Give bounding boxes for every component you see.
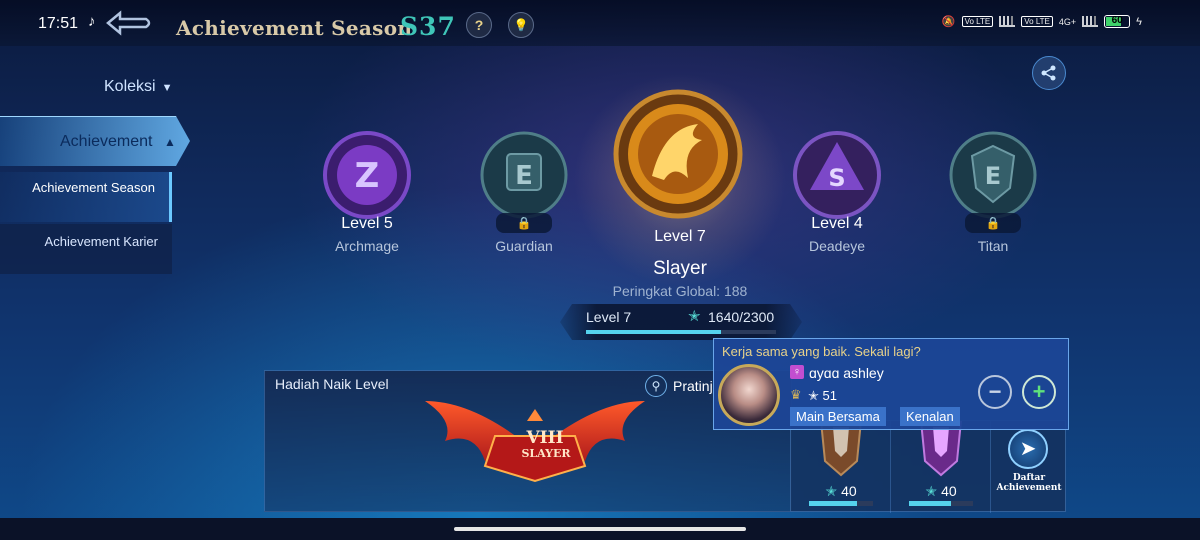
network-label: 4G+ (1058, 16, 1077, 27)
avatar[interactable] (718, 364, 780, 426)
slayer-emblem-icon (613, 89, 743, 219)
charging-icon: ϟ (1136, 15, 1142, 28)
user-stars: ✭ 51 (808, 388, 837, 403)
befriend-button[interactable]: Kenalan (900, 407, 960, 426)
clock: 17:51 (38, 15, 79, 32)
back-arrow-icon[interactable] (100, 8, 156, 38)
status-bar: 17:51 ♪ Achievement Season S37 ? 💡 🔕 Vo … (0, 0, 1200, 46)
card-points-2: ✭ 40 (925, 483, 957, 499)
tier-numeral: VIII (526, 428, 564, 448)
dismiss-button[interactable]: − (978, 375, 1012, 409)
reward-title: Hadiah Naik Level (275, 376, 389, 392)
sidebar-koleksi-label: Koleksi (104, 78, 156, 95)
hint-button[interactable]: 💡 (508, 12, 534, 38)
archmage-emblem-icon: Z (323, 131, 411, 219)
reward-cards: ✭ 40 ✭ 40 ➤ Daftar Achievement (790, 420, 1066, 513)
season-code: S37 (400, 12, 456, 41)
current-level: Level 7 (654, 228, 706, 245)
guardian-name: Guardian (495, 238, 553, 254)
titan-name: Titan (977, 238, 1009, 254)
tiktok-icon: ♪ (88, 13, 96, 30)
progress-points: 1640/2300 (708, 309, 775, 325)
chevron-up-icon: ▲ (164, 135, 176, 149)
level-progress: Level 7 ✭ 1640/2300 (560, 304, 802, 340)
svg-text:E: E (515, 161, 533, 191)
progress-level: Level 7 (586, 309, 632, 325)
svg-text:S: S (828, 164, 845, 192)
reward-badge-icon (819, 420, 863, 477)
guardian-lock-icon: 🔒 (496, 213, 552, 233)
titan-lock-icon: 🔒 (965, 213, 1021, 233)
guardian-emblem-icon: E (480, 131, 568, 219)
svg-text:Z: Z (355, 156, 380, 196)
card-progress (809, 501, 873, 506)
help-button[interactable]: ? (466, 12, 492, 38)
sidebar-item-achievement-season[interactable]: Achievement Season (0, 172, 172, 222)
achievement-list-label[interactable]: Daftar Achievement (995, 473, 1063, 493)
sidebar-achievement-label: Achievement (60, 133, 153, 150)
battery-icon: 60 (1104, 15, 1131, 28)
preview-label: Pratinj (673, 378, 713, 394)
archmage-name: Archmage (335, 238, 399, 254)
share-icon (1041, 65, 1056, 81)
female-icon: ♀ (790, 365, 804, 379)
deadeye-name: Deadeye (808, 238, 866, 254)
page-title: Achievement Season (176, 16, 413, 40)
home-indicator[interactable] (454, 527, 746, 531)
reward-card-2[interactable]: ✭ 40 (891, 420, 991, 513)
reward-badge-icon-2 (919, 420, 963, 477)
sidebar-item-achievement[interactable]: Achievement ▲ (0, 116, 190, 166)
deadeye-emblem-icon: S (793, 131, 881, 219)
card-progress-2 (909, 501, 973, 506)
card-points: ✭ 40 (825, 483, 857, 499)
deadeye-level: Level 4 (811, 215, 863, 232)
popup-message: Kerja sama yang baik. Sekali lagi? (722, 344, 921, 359)
share-button[interactable] (1032, 56, 1066, 90)
progress-track (586, 330, 776, 334)
signal-icon (999, 16, 1016, 27)
system-icons: 🔕 Vo LTE Vo LTE 4G+ 60 ϟ (942, 15, 1142, 28)
username: ɑyɑɑ ashley (809, 365, 884, 381)
volte-badge-2: Vo LTE (1021, 16, 1053, 27)
tier-name: SLAYER (521, 447, 571, 460)
invite-popup: Kerja sama yang baik. Sekali lagi? ♀ ɑyɑ… (713, 338, 1069, 430)
play-together-button[interactable]: Main Bersama (790, 407, 886, 426)
svg-text:E: E (985, 162, 1001, 190)
rank-medal-icon: ♛ (790, 387, 802, 402)
sidebar-koleksi[interactable]: Koleksi ▼ (104, 78, 172, 96)
star-icon: ✭ (688, 308, 701, 325)
sidebar-item-achievement-karier[interactable]: Achievement Karier (0, 224, 172, 274)
add-friend-button[interactable]: + (1022, 375, 1056, 409)
mute-icon: 🔕 (941, 16, 956, 28)
achievement-list-icon[interactable]: ➤ (1008, 429, 1048, 469)
current-tier-name: Slayer (653, 258, 707, 279)
navigation-bar (0, 518, 1200, 540)
preview-button[interactable]: ⚲ Pratinj (645, 375, 713, 397)
chevron-down-icon: ▼ (161, 82, 173, 94)
archmage-level: Level 5 (341, 215, 393, 232)
signal-icon-2 (1082, 16, 1099, 27)
titan-emblem-icon: E (949, 131, 1037, 219)
progress-fill (586, 330, 722, 334)
reward-card-1[interactable]: ✭ 40 (791, 420, 891, 513)
volte-badge: Vo LTE (961, 16, 994, 27)
global-rank: Peringkat Global: 188 (612, 283, 748, 299)
